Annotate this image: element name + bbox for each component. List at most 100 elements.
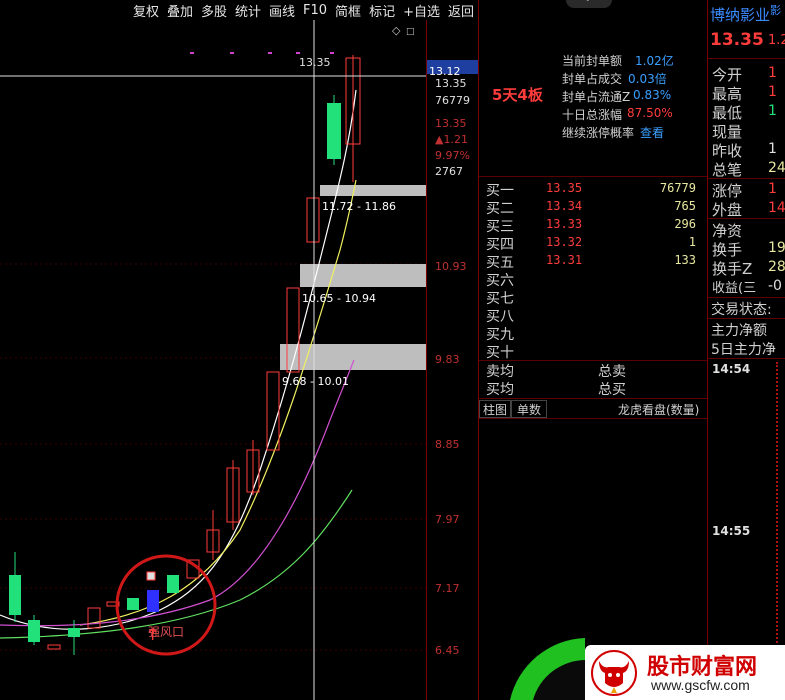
collapse-handle[interactable]: ⌄: [566, 0, 612, 8]
stat-total-trades-value: 24: [768, 160, 785, 176]
divider: [708, 218, 785, 219]
divider: [708, 297, 785, 298]
axis-change: ▲1.21: [435, 133, 468, 146]
axis-tick-885: 8.85: [435, 438, 460, 451]
axis-volume: 76779: [435, 94, 470, 107]
total-sell-label: 总卖: [598, 364, 626, 380]
divider: [479, 176, 707, 177]
crosshair-price-label: 13.35: [299, 56, 331, 69]
flag-icon: [146, 571, 156, 581]
stock-price: 13.35: [710, 30, 764, 50]
divider: [708, 58, 785, 59]
axis-tick-645: 6.45: [435, 644, 460, 657]
continue-label: 继续涨停概率: [562, 126, 635, 140]
tab-order-count[interactable]: 单数: [511, 400, 547, 418]
ten-day-label: 十日总涨幅: [562, 108, 623, 122]
diamond-icon: ◇: [392, 24, 401, 37]
zone-label-2: 10.65 - 10.94: [302, 292, 376, 305]
stat-outer-value: 143: [768, 200, 785, 216]
ma-yellow-line: [79, 179, 357, 626]
main-net-label: 主力净额: [711, 323, 767, 339]
stat-turnover-label: 换手: [712, 241, 743, 259]
five-day-net-label: 5日主力净: [711, 342, 776, 358]
zone-label-1: 11.72 - 11.86: [322, 200, 396, 213]
stock-name-suffix: 影: [770, 4, 781, 17]
stock-name[interactable]: 博纳影业: [710, 4, 770, 25]
zone-band-2: [300, 264, 426, 287]
tick-scrollbar[interactable]: [776, 362, 780, 682]
divider: [478, 0, 479, 700]
divider: [708, 358, 785, 359]
divider: [479, 418, 707, 419]
axis-price: 13.35: [435, 117, 467, 130]
ma-green-line: [0, 489, 353, 639]
stat-turnover-value: 19: [768, 240, 785, 256]
stat-eps-value: -0: [768, 278, 782, 294]
chevron-down-icon: ⌄: [584, 0, 592, 4]
stat-prev-close-label: 昨收: [712, 142, 743, 160]
candlestick-chart[interactable]: 强风口 ↑ 11.72 - 11.86 10.65 - 10.94 9.68 -…: [0, 20, 426, 700]
sell-avg-label: 卖均: [486, 364, 514, 380]
stat-net-assets-label: 净资: [712, 222, 743, 240]
stat-turnover-z-label: 换手Z: [712, 260, 753, 278]
total-buy-label: 总买: [598, 382, 626, 398]
stat-total-trades-label: 总笔: [712, 161, 743, 179]
buy-avg-label: 买均: [486, 382, 514, 398]
bull-logo-icon: [591, 650, 637, 696]
seal-float-label: 封单占流通Z: [562, 90, 631, 104]
tab-bar-chart[interactable]: 柱图: [479, 400, 511, 418]
bid-row-10[interactable]: 买十: [486, 342, 700, 361]
stat-high-value: 1: [768, 84, 777, 100]
toolbar-fuquan[interactable]: 复权: [129, 1, 163, 20]
tick-time-1: 14:54: [712, 362, 751, 376]
toolbar-multi-stock[interactable]: 多股: [197, 1, 231, 20]
bid-row-6[interactable]: 买六: [486, 270, 700, 289]
pie-fragment: [510, 638, 585, 700]
axis-tick-1093: 10.93: [435, 260, 467, 273]
signal-arrow-icon: ↑: [146, 625, 159, 644]
toolbar-back[interactable]: 返回: [444, 1, 478, 20]
watermark-url: www.gscfw.com: [651, 677, 750, 693]
toolbar-mark[interactable]: 标记: [365, 1, 399, 20]
toolbar-simple-frame[interactable]: 简框: [331, 1, 365, 20]
stat-low-value: 1: [768, 103, 777, 119]
stat-high-label: 最高: [712, 85, 743, 103]
axis-count: 2767: [435, 165, 463, 178]
stat-open-label: 今开: [712, 66, 743, 84]
stock-change: 1.2: [768, 33, 785, 48]
stat-turnover-z-value: 28: [768, 259, 785, 275]
bid-row-5[interactable]: 买五 13.31 133: [486, 252, 700, 271]
bid-row-7[interactable]: 买七: [486, 288, 700, 307]
toolbar-overlay[interactable]: 叠加: [163, 1, 197, 20]
toolbar-f10[interactable]: F10: [299, 3, 331, 18]
tick-time-2: 14:55: [712, 524, 751, 538]
dragon-tiger-link[interactable]: 龙虎看盘(数量): [618, 401, 699, 418]
divider: [708, 178, 785, 179]
bid-row-8[interactable]: 买八: [486, 306, 700, 325]
axis-value: 13.35: [435, 77, 467, 90]
divider: [479, 398, 707, 399]
zone-label-3: 9.68 - 10.01: [282, 375, 349, 388]
bid-row-2[interactable]: 买二 13.34 765: [486, 198, 700, 217]
toolbar-stats[interactable]: 统计: [231, 1, 265, 20]
bid-row-9[interactable]: 买九: [486, 324, 700, 343]
chart-toolbar: 复权 叠加 多股 统计 画线 F10 简框 标记 +自选 返回: [0, 0, 478, 20]
watermark: 股市财富网 www.gscfw.com: [585, 645, 785, 700]
seal-float-value: 0.83%: [633, 88, 672, 102]
toolbar-add-watchlist[interactable]: +自选: [399, 1, 444, 20]
stat-open-value: 1: [768, 65, 777, 81]
bid-row-3[interactable]: 买三 13.33 296: [486, 216, 700, 235]
trade-status-label: 交易状态:: [711, 302, 772, 318]
toolbar-draw-line[interactable]: 画线: [265, 1, 299, 20]
bid-row-4[interactable]: 买四 13.32 1: [486, 234, 700, 253]
stat-eps-label: 收益(三: [712, 281, 757, 296]
stat-prev-close-value: 1: [768, 141, 777, 157]
bid-row-1[interactable]: 买一 13.35 76779: [486, 180, 700, 199]
seal-turnover-value: 0.03倍: [628, 72, 667, 86]
continue-link[interactable]: 查看: [640, 124, 664, 141]
zone-band-3: [280, 344, 426, 370]
current-price-tag: 13.12: [427, 60, 479, 78]
seal-turnover-label: 封单占成交: [562, 72, 623, 86]
stat-volume-label: 现量: [712, 123, 743, 141]
seal-amount-label: 当前封单额: [562, 54, 623, 68]
